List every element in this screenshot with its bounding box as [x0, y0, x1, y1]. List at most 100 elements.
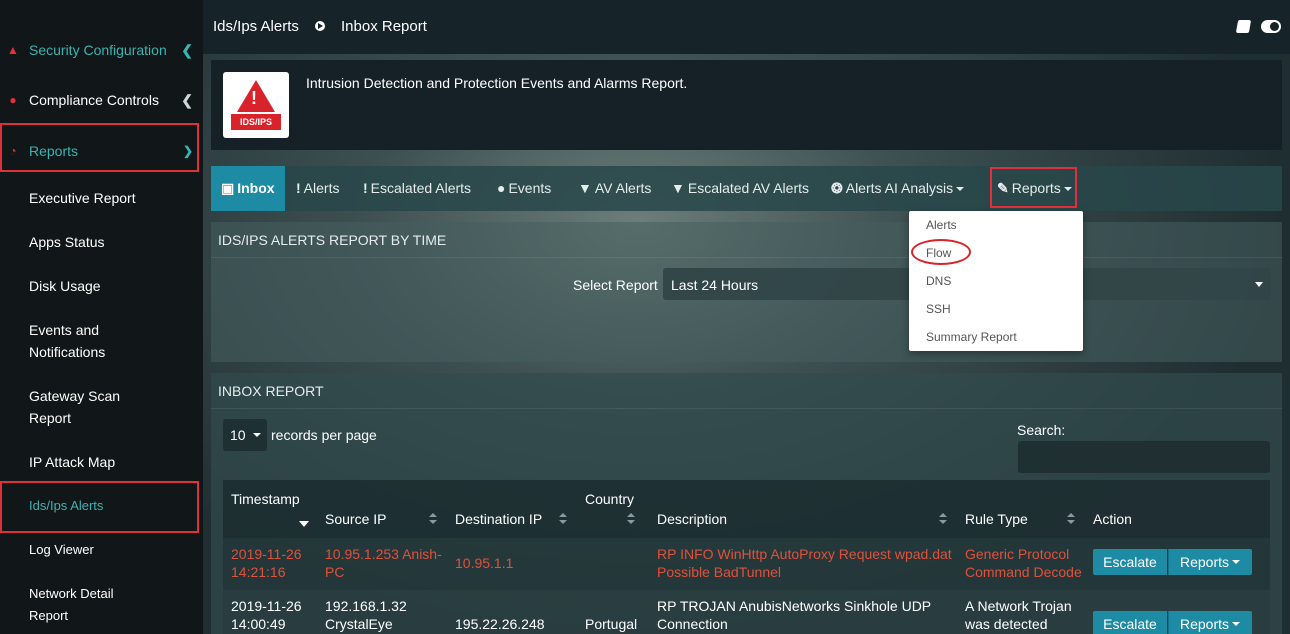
cell-source-ip: 192.168.1.32: [325, 598, 407, 614]
sidebar-item-disk-usage[interactable]: Disk Usage: [0, 275, 203, 297]
tab-av-alerts[interactable]: ▼ AV Alerts: [578, 166, 651, 211]
ai-icon: ❂: [831, 180, 843, 196]
highlight-box-reports: [0, 123, 199, 172]
caret-down-icon: [956, 187, 965, 192]
sidebar-item-label: Disk Usage: [29, 278, 101, 294]
sort-icon[interactable]: [1067, 513, 1075, 525]
sort-desc-icon[interactable]: [299, 521, 309, 527]
menu-item-alerts[interactable]: Alerts: [926, 218, 957, 232]
table-row: 2019-11-26 14:21:16 10.95.1.253 Anish- P…: [223, 538, 1270, 590]
table-header: Timestamp Source IP Destination IP Count…: [223, 480, 1270, 538]
caret-down-icon: [1255, 282, 1263, 287]
sidebar-item-network-detail-report[interactable]: Network Detail Report: [0, 583, 203, 627]
tab-label: Escalated Alerts: [370, 180, 472, 196]
cell-destination-ip: 10.95.1.1: [455, 555, 514, 571]
chevron-left-icon: ❮: [181, 41, 193, 58]
inbox-table: Timestamp Source IP Destination IP Count…: [223, 480, 1270, 634]
sidebar-item-label: IP Attack Map: [29, 454, 116, 470]
cell-source-host: PC: [325, 564, 345, 580]
column-header-rule-type[interactable]: Rule Type: [965, 511, 1028, 527]
sidebar-item-label: Notifications: [29, 344, 106, 360]
escalate-button[interactable]: Escalate: [1093, 549, 1167, 575]
logo-symbol: !: [251, 88, 257, 108]
table-row: 2019-11-26 14:00:49 192.168.1.32 Crystal…: [223, 590, 1270, 634]
cell-source-ip: 10.95.1.253 Anish-: [325, 546, 442, 562]
toggle-icon[interactable]: [1261, 20, 1281, 33]
page-length-label: records per page: [271, 427, 377, 443]
tab-escalated-av-alerts[interactable]: ▼ Escalated AV Alerts: [671, 166, 809, 211]
sidebar-item-label: Apps Status: [29, 234, 105, 250]
escalate-button[interactable]: Escalate: [1093, 611, 1167, 634]
panel-title: INBOX REPORT: [218, 383, 324, 399]
main-content: Ids/Ips Alerts Inbox Report ! IDS/IPS In…: [203, 0, 1290, 634]
cell-rule-type-line2: Command Decode: [965, 564, 1082, 580]
reports-dropdown-menu: Alerts Flow DNS SSH Summary Report: [909, 211, 1083, 351]
sidebar-item-label: Network Detail: [29, 586, 114, 601]
sidebar-item-label: Report: [29, 608, 69, 623]
caret-down-icon: [1232, 560, 1240, 564]
exclamation-icon: !: [296, 180, 301, 196]
tab-escalated-alerts[interactable]: ! Escalated Alerts: [363, 166, 471, 211]
tab-label: Escalated AV Alerts: [687, 180, 809, 196]
sidebar-item-log-viewer[interactable]: Log Viewer: [0, 539, 203, 561]
info-circle-icon: ●: [497, 180, 506, 196]
reports-dropdown-button[interactable]: Reports: [1168, 611, 1252, 634]
tab-alerts-ai-analysis[interactable]: ❂ Alerts AI Analysis: [831, 166, 965, 211]
cell-country: Portugal: [585, 616, 638, 632]
sidebar-item-label: Gateway Scan: [29, 388, 121, 404]
cell-timestamp-date: 2019-11-26: [231, 598, 302, 614]
chevron-left-icon: ❮: [181, 91, 193, 108]
sidebar-item-ip-attack-map[interactable]: IP Attack Map: [0, 451, 203, 473]
caret-down-icon: [253, 433, 261, 437]
sidebar-item-compliance-controls[interactable]: ● Compliance Controls ❮: [0, 89, 203, 111]
sort-icon[interactable]: [627, 513, 635, 525]
tab-events[interactable]: ● Events: [497, 166, 551, 211]
cell-description-line2: Connection: [657, 616, 728, 632]
caret-down-icon: [1232, 622, 1240, 626]
sidebar-item-label: Report: [29, 410, 72, 426]
exclamation-icon: !: [363, 180, 368, 196]
sidebar-item-security-configuration[interactable]: ▲ Security Configuration ❮: [0, 39, 203, 61]
sort-icon[interactable]: [939, 513, 947, 525]
sort-icon[interactable]: [429, 513, 437, 525]
page-length-select[interactable]: 10: [223, 419, 267, 451]
menu-item-ssh[interactable]: SSH: [926, 302, 951, 316]
column-header-source-ip[interactable]: Source IP: [325, 511, 386, 527]
page-length-value: 10: [230, 427, 246, 443]
divider: [211, 408, 1282, 409]
menu-item-dns[interactable]: DNS: [926, 274, 951, 288]
shield-icon: ▲: [7, 43, 19, 57]
ids-ips-logo: ! IDS/IPS: [223, 72, 289, 138]
column-header-description[interactable]: Description: [657, 511, 727, 527]
cell-timestamp-time: 14:21:16: [231, 564, 286, 580]
cell-description-line2: Possible BadTunnel: [657, 564, 782, 580]
search-input[interactable]: [1018, 441, 1270, 473]
tab-label: AV Alerts: [594, 180, 652, 196]
cell-timestamp-time: 14:00:49: [231, 616, 286, 632]
shield-icon: ▼: [671, 180, 685, 196]
reports-dropdown-button[interactable]: Reports: [1168, 549, 1252, 575]
book-icon[interactable]: [1235, 20, 1252, 33]
panel-title: IDS/IPS ALERTS REPORT BY TIME: [218, 232, 447, 248]
menu-item-summary-report[interactable]: Summary Report: [926, 330, 1017, 344]
tab-inbox[interactable]: ▣ Inbox: [211, 166, 285, 211]
highlight-box-ids-ips-alerts: [0, 481, 199, 533]
select-report-value: Last 24 Hours: [671, 277, 759, 293]
tab-label: Events: [508, 180, 552, 196]
column-header-country[interactable]: Country: [585, 491, 634, 507]
column-header-destination-ip[interactable]: Destination IP: [455, 511, 542, 527]
sidebar-item-apps-status[interactable]: Apps Status: [0, 231, 203, 253]
tab-bar: ▣ Inbox ! Alerts ! Escalated Alerts ● Events…: [211, 166, 1282, 211]
breadcrumb-parent[interactable]: Ids/Ips Alerts: [213, 18, 299, 35]
sidebar-item-gateway-scan-report[interactable]: Gateway Scan Report: [0, 385, 203, 429]
sidebar-item-events-notifications[interactable]: Events and Notifications: [0, 319, 203, 363]
tab-label: Inbox: [237, 180, 275, 196]
sidebar-item-executive-report[interactable]: Executive Report: [0, 187, 203, 209]
top-bar: Ids/Ips Alerts Inbox Report: [203, 0, 1290, 54]
tab-alerts[interactable]: ! Alerts: [296, 166, 339, 211]
inbox-icon: ▣: [221, 180, 235, 196]
sort-icon[interactable]: [559, 513, 567, 525]
column-header-timestamp[interactable]: Timestamp: [231, 491, 300, 507]
tab-label: Alerts AI Analysis: [845, 180, 954, 196]
sidebar-item-label: Executive Report: [29, 190, 136, 206]
